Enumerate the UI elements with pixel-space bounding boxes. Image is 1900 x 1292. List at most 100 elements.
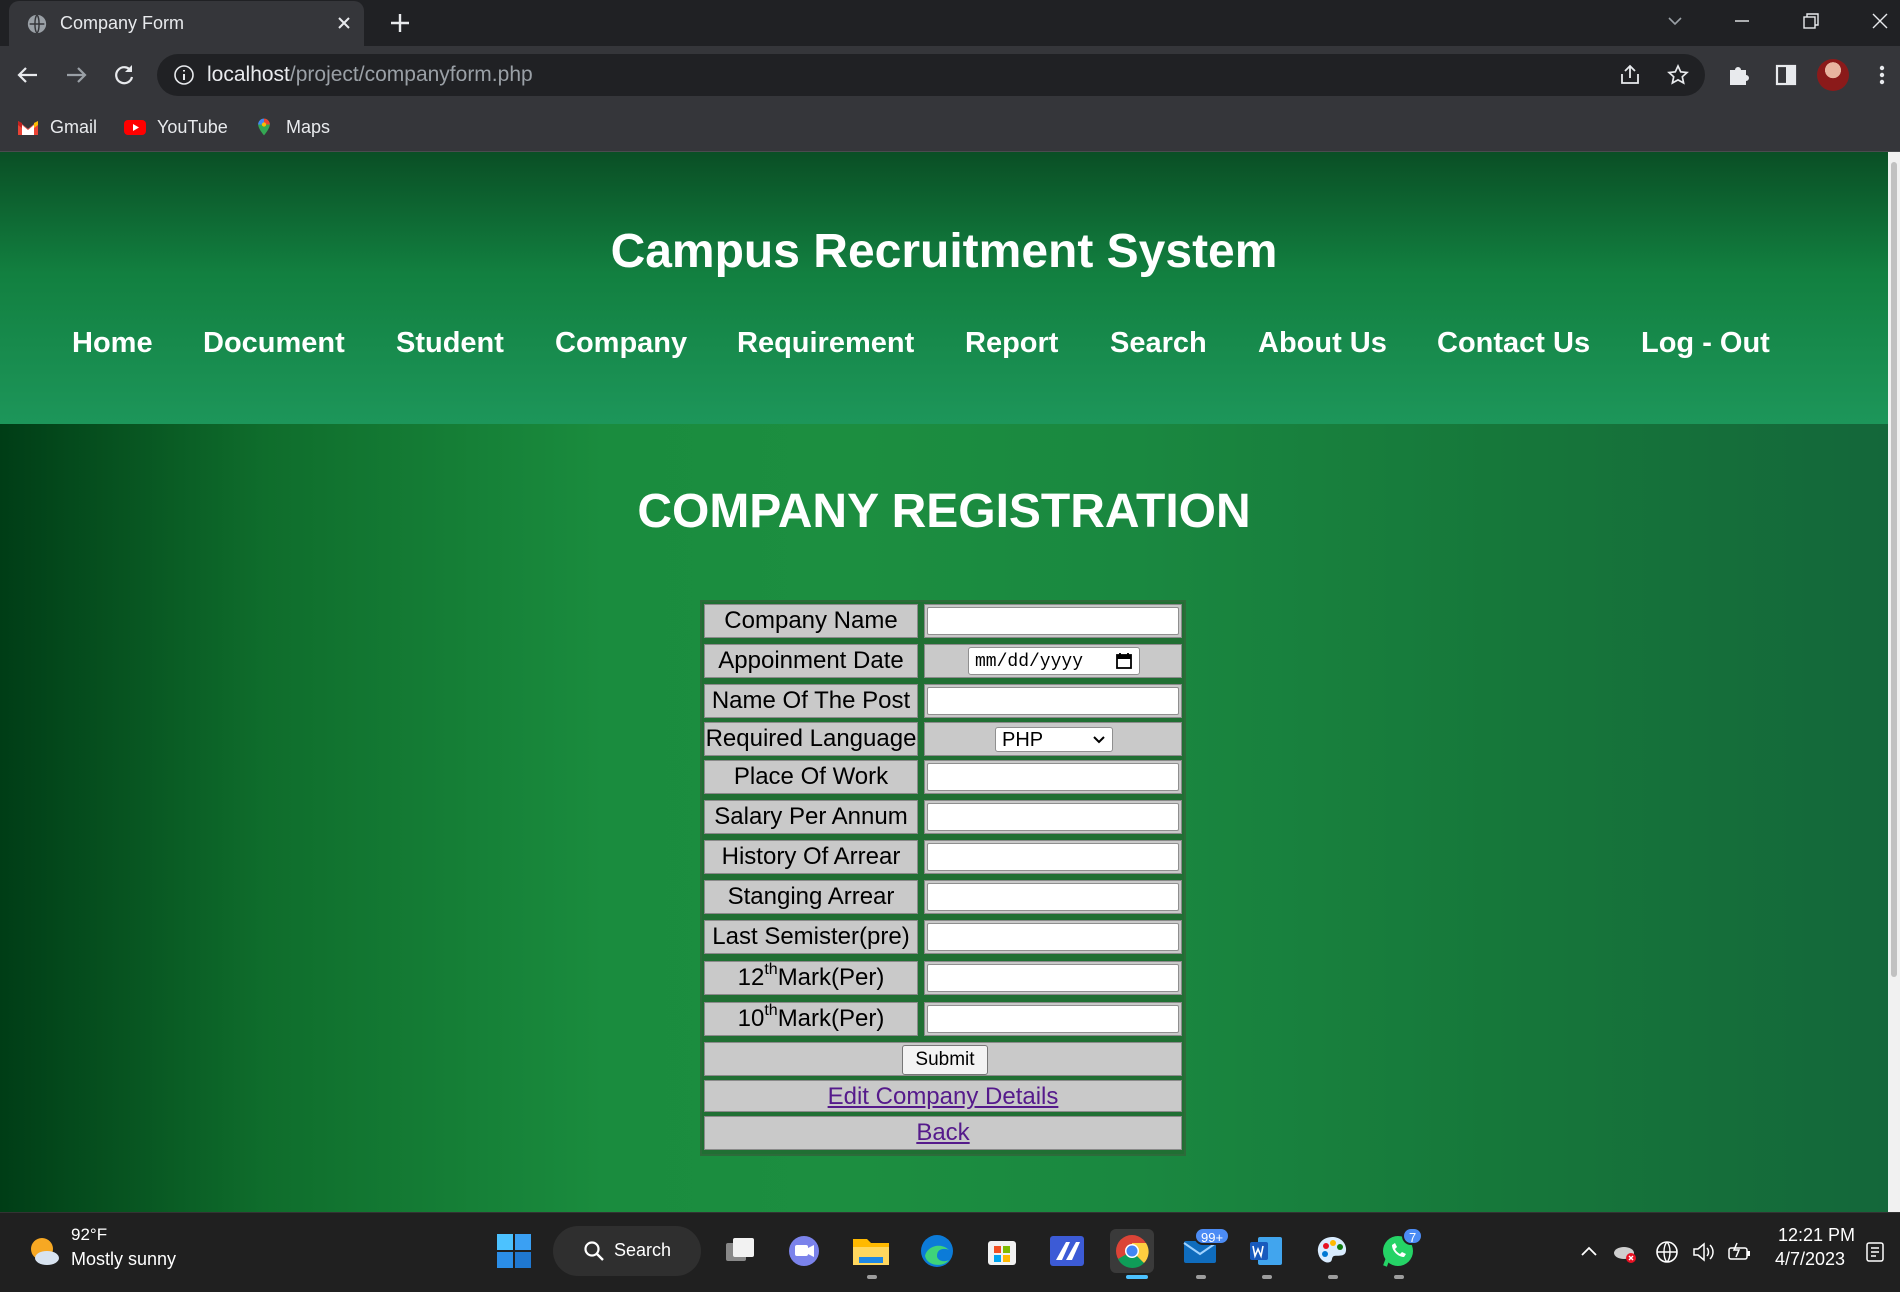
onedrive-error-icon[interactable] — [1612, 1239, 1638, 1265]
weather-description[interactable]: Mostly sunny — [71, 1249, 176, 1270]
mail-button[interactable]: 99+ — [1178, 1227, 1231, 1273]
place-of-work-input[interactable] — [927, 763, 1179, 791]
label-company-name: Company Name — [704, 604, 918, 638]
volume-icon[interactable] — [1690, 1239, 1716, 1265]
bookmark-maps[interactable]: Maps — [252, 114, 330, 140]
calendar-icon[interactable] — [1115, 652, 1133, 670]
clock-date[interactable]: 4/7/2023 — [1775, 1249, 1845, 1270]
share-icon[interactable] — [1618, 63, 1642, 87]
label-tenth-mark: 10thMark(Per) — [704, 1002, 918, 1036]
nav-company[interactable]: Company — [555, 327, 687, 360]
form-row-standing-arrear: Stanging Arrear — [704, 880, 1182, 914]
network-globe-icon[interactable] — [1654, 1239, 1680, 1265]
bookmark-gmail[interactable]: Gmail — [16, 114, 97, 140]
youtube-icon — [124, 120, 146, 135]
app-button-blue[interactable] — [1045, 1229, 1089, 1273]
task-view-icon — [726, 1238, 754, 1261]
browser-tab-active[interactable]: Company Form — [9, 1, 364, 46]
running-indicator — [1196, 1275, 1206, 1279]
post-name-input[interactable] — [927, 687, 1179, 715]
address-bar[interactable]: localhost/project/companyform.php — [157, 54, 1705, 96]
required-language-select[interactable]: PHP — [995, 727, 1113, 752]
reload-icon[interactable] — [109, 60, 139, 90]
twelfth-mark-input[interactable] — [927, 964, 1179, 992]
profile-avatar[interactable] — [1817, 59, 1849, 91]
form-row-submit: Submit — [704, 1042, 1182, 1076]
running-indicator — [1262, 1275, 1272, 1279]
browser-toolbar: localhost/project/companyform.php — [0, 46, 1900, 104]
more-menu-icon[interactable] — [1868, 61, 1896, 89]
globe-icon — [27, 14, 47, 34]
nav-log-out[interactable]: Log - Out — [1641, 327, 1770, 360]
forward-arrow-icon[interactable] — [61, 60, 91, 90]
taskbar-search[interactable]: Search — [553, 1226, 701, 1276]
weather-sun-cloud-icon[interactable] — [26, 1233, 62, 1269]
page-title: COMPANY REGISTRATION — [637, 485, 1251, 538]
tenth-mark-input[interactable] — [927, 1005, 1179, 1033]
new-tab-icon[interactable] — [385, 8, 415, 38]
company-name-input[interactable] — [927, 607, 1179, 635]
page-scrollbar[interactable] — [1888, 152, 1900, 1212]
nav-requirement[interactable]: Requirement — [737, 327, 914, 360]
nav-contact-us[interactable]: Contact Us — [1437, 327, 1590, 360]
form-row-salary: Salary Per Annum — [704, 800, 1182, 834]
bookmark-label: Gmail — [50, 116, 98, 137]
nav-document[interactable]: Document — [203, 327, 345, 360]
selected-language: PHP — [1002, 729, 1044, 751]
tab-search-chevron-icon[interactable] — [1660, 6, 1690, 36]
url-host: localhost — [207, 63, 290, 86]
close-tab-icon[interactable] — [331, 10, 357, 36]
bookmark-label: Maps — [286, 116, 331, 137]
appointment-date-input[interactable]: mm/dd/yyyy — [968, 647, 1140, 675]
submit-button[interactable]: Submit — [902, 1045, 988, 1075]
minimize-icon[interactable] — [1727, 6, 1757, 36]
back-link[interactable]: Back — [916, 1119, 969, 1146]
active-indicator — [1126, 1275, 1148, 1279]
standing-arrear-input[interactable] — [927, 883, 1179, 911]
side-panel-icon[interactable] — [1772, 61, 1800, 89]
extensions-puzzle-icon[interactable] — [1724, 61, 1752, 89]
folder-icon — [853, 1239, 889, 1265]
edge-button[interactable] — [915, 1229, 959, 1273]
chevron-up-icon[interactable] — [1576, 1239, 1602, 1265]
nav-about-us[interactable]: About Us — [1258, 327, 1387, 360]
microsoft-store-button[interactable] — [980, 1229, 1024, 1273]
bookmark-youtube[interactable]: YouTube — [123, 114, 228, 140]
word-button[interactable] — [1244, 1229, 1288, 1273]
clock-time[interactable]: 12:21 PM — [1778, 1225, 1855, 1246]
paint-button[interactable] — [1310, 1229, 1354, 1273]
running-indicator — [1394, 1275, 1404, 1279]
site-info-icon[interactable] — [173, 64, 195, 86]
window-close-icon[interactable] — [1865, 6, 1895, 36]
battery-icon[interactable] — [1726, 1239, 1752, 1265]
search-label: Search — [614, 1240, 672, 1260]
task-view-button[interactable] — [718, 1229, 762, 1273]
weather-temperature[interactable]: 92°F — [71, 1225, 107, 1245]
edit-company-details-link[interactable]: Edit Company Details — [828, 1083, 1059, 1110]
nav-search[interactable]: Search — [1110, 327, 1207, 360]
nav-student[interactable]: Student — [396, 327, 504, 360]
chevron-down-icon — [1093, 736, 1105, 744]
bookmark-star-icon[interactable] — [1666, 63, 1690, 87]
chrome-icon — [1116, 1235, 1149, 1268]
browser-tab-bar: Company Form — [0, 0, 1900, 46]
nav-home[interactable]: Home — [72, 327, 153, 360]
url-text[interactable]: localhost/project/companyform.php — [207, 63, 533, 87]
scrollbar-thumb[interactable] — [1891, 162, 1897, 977]
whatsapp-badge: 7 — [1402, 1227, 1424, 1245]
form-row-required-language: Required Language PHP — [704, 722, 1182, 756]
start-button[interactable] — [492, 1229, 536, 1273]
nav-report[interactable]: Report — [965, 327, 1058, 360]
history-arrear-input[interactable] — [927, 843, 1179, 871]
last-semester-input[interactable] — [927, 923, 1179, 951]
whatsapp-button[interactable]: 7 — [1376, 1227, 1424, 1273]
page-body: Campus Recruitment System Home Document … — [0, 152, 1888, 1212]
chrome-button[interactable] — [1110, 1229, 1154, 1273]
teams-chat-button[interactable] — [782, 1229, 826, 1273]
notification-bell-icon[interactable] — [1862, 1239, 1888, 1265]
restore-icon[interactable] — [1796, 6, 1826, 36]
back-arrow-icon[interactable] — [13, 60, 43, 90]
store-icon — [988, 1241, 1016, 1265]
file-explorer-button[interactable] — [849, 1229, 893, 1273]
salary-input[interactable] — [927, 803, 1179, 831]
